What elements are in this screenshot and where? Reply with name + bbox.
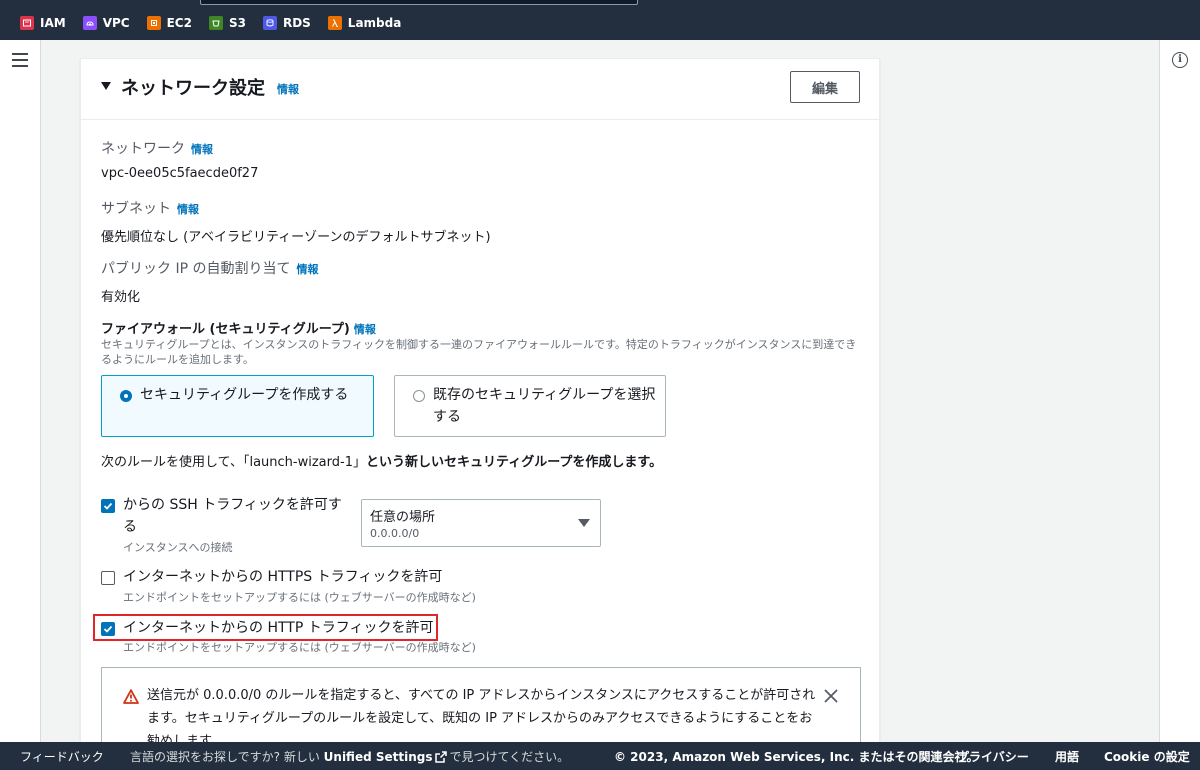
- cookie-settings-link[interactable]: Cookie の設定: [1104, 748, 1190, 765]
- tile-label: 既存のセキュリティグループを選択する: [433, 387, 656, 425]
- iam-icon: [20, 16, 34, 30]
- search-input[interactable]: [200, 0, 638, 5]
- menu-icon[interactable]: [12, 53, 28, 67]
- https-label[interactable]: インターネットからの HTTPS トラフィックを許可: [123, 566, 442, 588]
- edit-button[interactable]: 編集: [790, 71, 860, 103]
- caret-down-icon: [578, 519, 590, 527]
- rds-icon: [262, 16, 277, 30]
- s3-icon: [208, 16, 223, 30]
- favorite-s3[interactable]: S3: [208, 16, 246, 30]
- create-security-group-tile[interactable]: セキュリティグループを作成する: [101, 375, 374, 437]
- footer: フィードバック 言語の選択をお探しですか? 新しい Unified Settin…: [0, 742, 1200, 770]
- ssh-checkbox[interactable]: [101, 499, 115, 513]
- vpc-icon: [82, 16, 97, 30]
- terms-link[interactable]: 用語: [1055, 748, 1079, 765]
- firewall-description: セキュリティグループとは、インスタンスのトラフィックを制御する一連のファイアウォ…: [101, 338, 857, 366]
- highlight-annotation: [93, 614, 438, 641]
- network-settings-panel: ネットワーク設定 情報 編集 ネットワーク 情報 vpc-0ee05c5faecd…: [80, 58, 880, 770]
- favorite-rds[interactable]: RDS: [262, 16, 311, 30]
- close-icon[interactable]: [823, 688, 839, 704]
- favorite-lambda[interactable]: Lambda: [327, 16, 401, 30]
- info-panel-icon[interactable]: i: [1172, 52, 1188, 68]
- tile-label: セキュリティグループを作成する: [140, 387, 349, 403]
- favorite-iam[interactable]: IAM: [20, 16, 66, 30]
- select-sub: 0.0.0.0/0: [370, 527, 420, 540]
- feedback-link[interactable]: フィードバック: [20, 748, 104, 765]
- privacy-link[interactable]: プライバシー: [957, 748, 1029, 765]
- ssh-source-select[interactable]: 任意の場所 0.0.0.0/0: [361, 499, 601, 547]
- lambda-icon: [327, 16, 342, 30]
- panel-header: ネットワーク設定 情報 編集: [81, 59, 879, 120]
- right-rail: i: [1159, 40, 1200, 742]
- copyright: © 2023, Amazon Web Services, Inc. またはその関…: [614, 750, 979, 764]
- network-value: vpc-0ee05c5faecde0f27: [101, 166, 259, 181]
- radio-create-security-group[interactable]: [120, 390, 132, 402]
- rule-description: 次のルールを使用して、「launch-wizard-1」という新しいセキュリティ…: [101, 455, 663, 470]
- firewall-label: ファイアウォール (セキュリティグループ) 情報: [101, 322, 376, 337]
- public-ip-value: 有効化: [101, 290, 141, 305]
- favorites-bar: IAM VPC EC2 S3 RDS Lambda: [20, 16, 401, 30]
- subnet-info-link[interactable]: 情報: [177, 203, 199, 216]
- warning-icon: [123, 689, 139, 704]
- http-description: エンドポイントをセットアップするには (ウェブサーバーの作成時など): [123, 641, 476, 654]
- ssh-description: インスタンスへの接続: [123, 541, 233, 554]
- unified-settings-link[interactable]: Unified Settings: [324, 750, 433, 764]
- network-info-link[interactable]: 情報: [191, 143, 213, 156]
- caret-down-icon[interactable]: [101, 82, 111, 90]
- select-value: 任意の場所: [370, 510, 436, 525]
- left-rail: [0, 40, 41, 742]
- network-label: ネットワーク 情報: [101, 141, 213, 157]
- external-link-icon: [434, 751, 447, 763]
- select-existing-security-group-tile[interactable]: 既存のセキュリティグループを選択する: [394, 375, 666, 437]
- public-ip-info-link[interactable]: 情報: [296, 263, 318, 276]
- ec2-icon: [146, 16, 161, 30]
- public-ip-label: パブリック IP の自動割り当て 情報: [101, 261, 319, 277]
- top-navigation: IAM VPC EC2 S3 RDS Lambda: [0, 0, 1200, 40]
- ssh-label[interactable]: からの SSH トラフィックを許可する: [123, 494, 351, 538]
- subnet-value: 優先順位なし (アベイラビリティーゾーンのデフォルトサブネット): [101, 230, 491, 245]
- subnet-label: サブネット 情報: [101, 201, 199, 217]
- firewall-info-link[interactable]: 情報: [354, 323, 376, 336]
- panel-info-link[interactable]: 情報: [277, 81, 299, 97]
- panel-title[interactable]: ネットワーク設定: [121, 74, 265, 100]
- https-description: エンドポイントをセットアップするには (ウェブサーバーの作成時など): [123, 591, 476, 604]
- https-checkbox[interactable]: [101, 571, 115, 585]
- radio-select-existing-security-group[interactable]: [413, 390, 425, 402]
- language-notice: 言語の選択をお探しですか? 新しい Unified Settings で見つけてく…: [130, 750, 570, 764]
- favorite-vpc[interactable]: VPC: [82, 16, 130, 30]
- check-icon: [103, 502, 113, 510]
- favorite-ec2[interactable]: EC2: [146, 16, 192, 30]
